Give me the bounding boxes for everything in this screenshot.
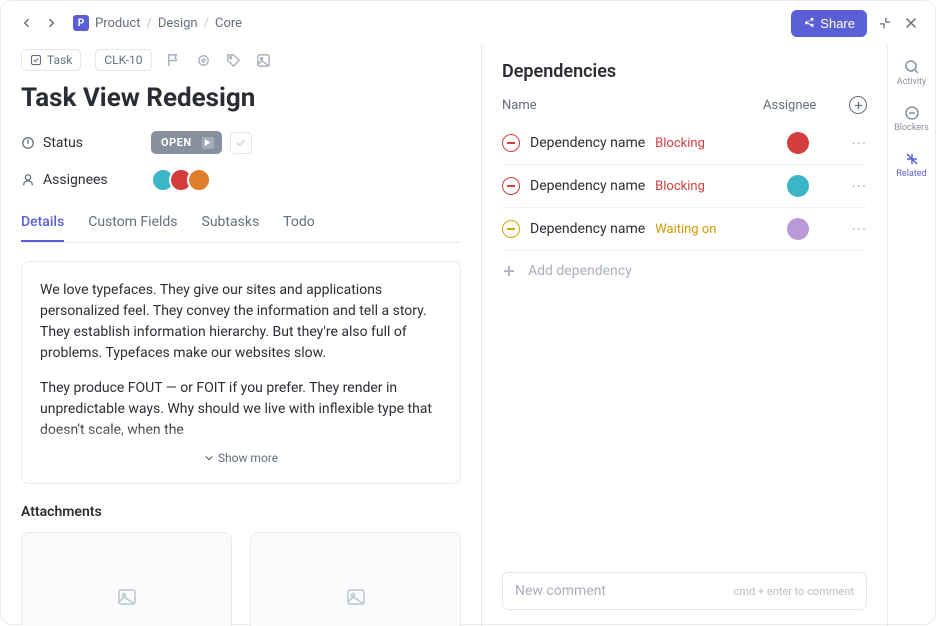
assignee-avatars[interactable] — [151, 168, 211, 192]
chevron-down-icon — [204, 453, 214, 463]
tab-todo[interactable]: Todo — [283, 206, 315, 242]
image-icon — [117, 587, 137, 607]
status-advance-icon — [202, 137, 214, 149]
attachment-placeholder[interactable] — [250, 532, 461, 626]
check-square-icon — [30, 54, 42, 66]
dependency-row[interactable]: Dependency nameBlocking ··· — [502, 165, 867, 208]
avatar — [787, 175, 809, 197]
nav-back-button[interactable] — [17, 13, 37, 33]
breadcrumb-item[interactable]: Core — [215, 16, 242, 31]
dependency-assignee[interactable] — [787, 132, 839, 154]
attachments-heading: Attachments — [21, 504, 461, 520]
comment-input[interactable]: New comment cmd + enter to comment — [502, 572, 867, 610]
breadcrumb: P Product / Design / Core — [73, 15, 242, 31]
comment-placeholder: New comment — [515, 583, 606, 599]
status-field: Status OPEN — [21, 131, 461, 154]
dependency-row[interactable]: Dependency nameWaiting on ··· — [502, 208, 867, 251]
chip-row: Task CLK-10 — [21, 49, 461, 71]
dependencies-columns: Name Assignee — [502, 96, 867, 114]
task-type-label: Task — [47, 53, 72, 67]
dependency-assignee[interactable] — [787, 175, 839, 197]
more-icon[interactable]: ··· — [839, 134, 867, 153]
description-paragraph: We love typefaces. They give our sites a… — [40, 280, 442, 364]
blocker-icon — [502, 220, 520, 238]
dependency-name: Dependency nameBlocking — [530, 135, 787, 151]
tag-icon[interactable] — [226, 52, 242, 68]
close-icon[interactable] — [903, 15, 919, 31]
tab-details[interactable]: Details — [21, 206, 64, 242]
dependency-row[interactable]: Dependency nameBlocking ··· — [502, 122, 867, 165]
blocker-icon — [502, 134, 520, 152]
tab-subtasks[interactable]: Subtasks — [202, 206, 260, 242]
topbar: P Product / Design / Core Share — [1, 1, 935, 45]
breadcrumb-sep: / — [146, 16, 151, 31]
dependency-name: Dependency nameBlocking — [530, 178, 787, 194]
task-id-chip[interactable]: CLK-10 — [95, 49, 151, 71]
dependency-name: Dependency nameWaiting on — [530, 221, 787, 237]
nav-forward-button[interactable] — [41, 13, 61, 33]
status-label: Status — [21, 135, 151, 151]
dependency-status: Blocking — [655, 136, 705, 151]
share-icon — [803, 17, 815, 29]
space-icon: P — [73, 15, 89, 31]
add-dependency-button[interactable]: Add dependency — [502, 251, 867, 291]
task-type-chip[interactable]: Task — [21, 49, 81, 71]
blocker-icon — [904, 105, 920, 121]
assignees-label: Assignees — [21, 172, 151, 188]
plus-icon — [854, 101, 863, 110]
dependency-status: Waiting on — [655, 222, 716, 237]
share-button[interactable]: Share — [791, 10, 867, 37]
sidebar-item-blockers[interactable]: Blockers — [892, 105, 932, 133]
show-more-button[interactable]: Show more — [40, 451, 442, 465]
dependencies-list: Dependency nameBlocking···Dependency nam… — [502, 122, 867, 251]
status-icon — [21, 136, 35, 150]
comment-area: New comment cmd + enter to comment — [482, 560, 887, 626]
dependency-status: Blocking — [655, 179, 705, 194]
col-name: Name — [502, 98, 763, 113]
right-panel: Dependencies Name Assignee Dependency na… — [481, 45, 887, 626]
task-title[interactable]: Task View Redesign — [21, 83, 461, 113]
image-icon — [346, 587, 366, 607]
sidebar-item-activity[interactable]: Activity — [892, 59, 932, 87]
avatar[interactable] — [187, 168, 211, 192]
topbar-right: Share — [791, 10, 919, 37]
flag-icon[interactable] — [166, 52, 182, 68]
add-dependency-icon[interactable] — [843, 96, 867, 114]
minimize-icon[interactable] — [877, 15, 893, 31]
mark-complete-button[interactable] — [230, 132, 252, 154]
breadcrumb-sep: / — [204, 16, 209, 31]
status-value[interactable]: OPEN — [151, 131, 222, 154]
col-assignee: Assignee — [763, 98, 843, 113]
chip-action-icons — [166, 52, 272, 68]
share-label: Share — [820, 16, 855, 31]
more-icon[interactable]: ··· — [839, 220, 867, 239]
breadcrumb-item[interactable]: Design — [158, 16, 198, 31]
tab-custom-fields[interactable]: Custom Fields — [88, 206, 177, 242]
avatar — [787, 218, 809, 240]
tabs: Details Custom Fields Subtasks Todo — [21, 206, 461, 243]
avatar — [787, 132, 809, 154]
dependencies-title: Dependencies — [502, 61, 616, 82]
attachment-placeholder[interactable] — [21, 532, 232, 626]
sprint-icon[interactable] — [196, 52, 212, 68]
comment-hint: cmd + enter to comment — [734, 585, 854, 598]
more-icon[interactable]: ··· — [839, 177, 867, 196]
plus-icon — [502, 264, 516, 278]
blocker-icon — [502, 177, 520, 195]
related-icon — [904, 151, 920, 167]
image-icon[interactable] — [256, 52, 272, 68]
breadcrumb-item[interactable]: Product — [95, 16, 140, 31]
search-icon — [904, 59, 920, 75]
nav-arrows — [17, 13, 61, 33]
attachments-row — [21, 532, 461, 626]
left-panel: Task CLK-10 Task View Redesign Status OP… — [1, 45, 481, 626]
right-sidebar: Activity Blockers Related — [887, 45, 935, 626]
dependency-assignee[interactable] — [787, 218, 839, 240]
description-card: We love typefaces. They give our sites a… — [21, 261, 461, 484]
assignees-field: Assignees — [21, 168, 461, 192]
person-icon — [21, 173, 35, 187]
sidebar-item-related[interactable]: Related — [892, 151, 932, 179]
